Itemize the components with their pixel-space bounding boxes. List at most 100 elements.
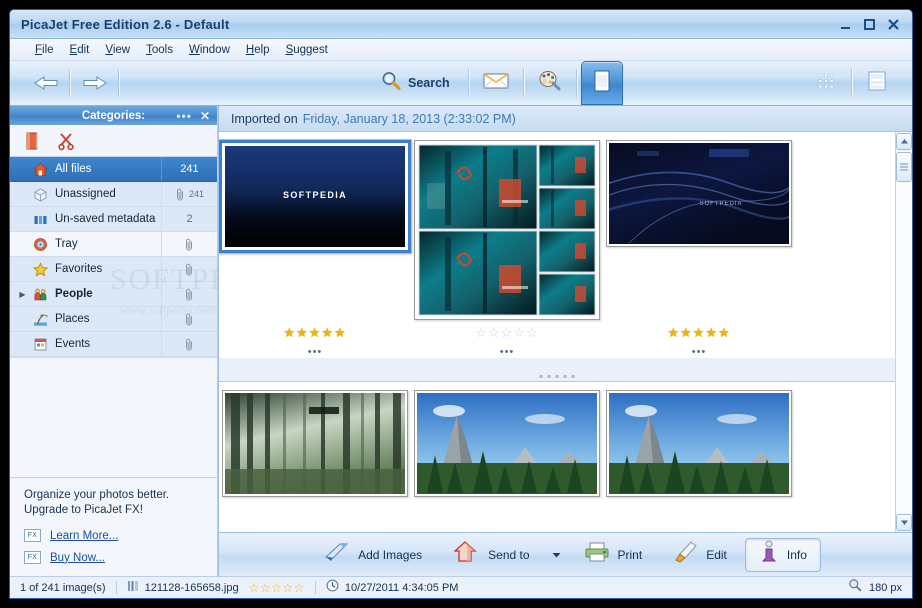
import-header-static: Imported on <box>231 111 298 126</box>
categories-header-buttons: ••• ✕ <box>176 110 210 122</box>
scroll-up-button[interactable] <box>896 133 912 150</box>
menu-help[interactable]: Help <box>239 42 277 58</box>
filmstrip-small-icon <box>127 579 139 597</box>
scrollbar-thumb[interactable] <box>896 152 912 182</box>
categories-header: Categories: ••• ✕ <box>10 106 217 125</box>
thumb-misty-forest[interactable] <box>222 390 408 497</box>
home-icon <box>32 161 48 177</box>
group-separator[interactable] <box>219 358 895 382</box>
sidebar-item-unsaved-metadata[interactable]: Un-saved metadata 2 <box>10 207 217 232</box>
sidebar-item-unassigned[interactable]: Unassigned 241 <box>10 182 217 207</box>
sidebar-item-all-files[interactable]: All files 241 <box>10 157 217 182</box>
thumbnail-group-2 <box>219 382 895 497</box>
sidebar-item-favorites-label: Favorites <box>55 263 103 275</box>
thumbnail-group-1: SOFTPEDIA SOFTPEDIA ★★★★★ ••• ☆☆☆☆☆ ••• … <box>219 132 895 382</box>
search-button[interactable]: Search <box>370 64 464 102</box>
thumb-mountain-b[interactable] <box>606 390 792 497</box>
thumb-softpedia-splash[interactable]: SOFTPEDIA <box>219 140 411 253</box>
svg-text:SOFTPEDIA: SOFTPEDIA <box>699 201 742 207</box>
scrollbar-track[interactable] <box>896 182 912 513</box>
toolbar-sep-1 <box>467 69 469 97</box>
grip-dot <box>571 375 575 378</box>
menu-tools-rest: ools <box>151 43 173 56</box>
thumbnail-cell-3: SOFTPEDIA <box>603 140 795 247</box>
new-category-icon[interactable] <box>22 130 44 152</box>
sidebar-item-all-files-label: All files <box>55 163 92 175</box>
maximize-button[interactable] <box>863 18 876 31</box>
sidebar-item-people-label: People <box>55 288 93 300</box>
status-right-group: 180 px <box>848 578 902 597</box>
action-toolbar: Add Images Send to Print Edit Info <box>219 532 912 576</box>
forward-button[interactable] <box>71 66 119 100</box>
sidebar-item-people-count-cell <box>161 282 217 306</box>
categories-close-button[interactable]: ✕ <box>200 110 210 122</box>
filename-item: 121128-165658.jpg <box>127 579 239 597</box>
sidebar-item-favorites[interactable]: Favorites <box>10 257 217 282</box>
chevron-right-icon[interactable]: ▶ <box>18 290 27 299</box>
thumb-forest-collage[interactable] <box>414 140 600 320</box>
magnifier-small-icon[interactable] <box>848 578 862 597</box>
info-label: Info <box>786 547 807 562</box>
print-button[interactable]: Print <box>570 538 657 572</box>
navigation-group <box>10 61 120 105</box>
menu-file[interactable]: File <box>28 42 61 58</box>
minimize-button[interactable] <box>839 18 852 31</box>
status-bar: 1 of 241 image(s) 121128-165658.jpg ☆☆☆☆… <box>10 576 912 598</box>
places-icon <box>32 311 48 327</box>
buy-now-link[interactable]: FX Buy Now... <box>24 551 205 564</box>
toolbar-sep-2 <box>522 69 524 97</box>
grip-dot <box>547 375 551 378</box>
ratings-row-1: ★★★★★ ••• ☆☆☆☆☆ ••• ★★★★★ ••• <box>219 320 895 359</box>
sidebar-item-unsaved-metadata-count: 2 <box>186 213 193 225</box>
menu-window[interactable]: Window <box>182 42 237 58</box>
group-separator-grip[interactable] <box>539 375 575 378</box>
slideshow-button[interactable] <box>528 64 572 102</box>
thumbnail-cell-5 <box>411 390 603 497</box>
rating-stars-2[interactable]: ☆☆☆☆☆ <box>411 326 603 340</box>
menu-edit[interactable]: Edit <box>63 42 97 58</box>
promo-links: FX Learn More... FX Buy Now... <box>24 529 205 564</box>
zoom-level: 180 px <box>868 581 902 594</box>
menu-tools[interactable]: Tools <box>139 42 180 58</box>
view-grid-button[interactable] <box>805 64 847 102</box>
categories-menu-button[interactable]: ••• <box>176 110 192 122</box>
send-to-dropdown-arrow[interactable] <box>548 552 566 558</box>
thumb-mountain-a[interactable] <box>414 390 600 497</box>
view-single-button[interactable] <box>580 61 623 105</box>
add-images-button[interactable]: Add Images <box>310 538 436 572</box>
grip-dot <box>563 375 567 378</box>
info-button[interactable]: Info <box>744 537 821 572</box>
sidebar-empty-space: SOFTPEDIA www.softpedia.com <box>10 263 288 477</box>
send-to-button[interactable]: Send to <box>440 538 543 572</box>
sidebar-item-places-count-cell <box>161 307 217 331</box>
print-label: Print <box>617 547 643 562</box>
learn-more-link[interactable]: FX Learn More... <box>24 529 205 542</box>
sidebar-item-people[interactable]: ▶ People <box>10 282 217 307</box>
view-filmstrip-button[interactable] <box>856 64 898 102</box>
email-button[interactable] <box>473 64 519 102</box>
info-icon <box>759 540 779 569</box>
status-divider-2 <box>314 581 316 594</box>
thumb-blue-abstract[interactable]: SOFTPEDIA <box>606 140 792 247</box>
vertical-scrollbar[interactable] <box>895 132 912 532</box>
scissors-icon[interactable] <box>56 130 78 152</box>
menu-view[interactable]: View <box>98 42 137 58</box>
rating-cell-2: ☆☆☆☆☆ ••• <box>411 326 603 359</box>
thumbnail-cell-4 <box>219 390 411 497</box>
edit-button[interactable]: Edit <box>660 538 741 572</box>
add-images-icon <box>324 541 350 568</box>
rating-stars-1[interactable]: ★★★★★ <box>219 326 411 340</box>
sidebar-item-events[interactable]: Events <box>10 332 217 357</box>
image-count: 1 of 241 image(s) <box>20 581 106 594</box>
capture-datetime: 10/27/2011 4:34:05 PM <box>344 581 459 594</box>
back-button[interactable] <box>22 66 70 100</box>
rating-stars-3[interactable]: ★★★★★ <box>603 326 795 340</box>
box-icon <box>32 186 48 202</box>
fx-badge-icon-2: FX <box>24 551 41 564</box>
sidebar-item-tray[interactable]: Tray <box>10 232 217 257</box>
menu-suggest[interactable]: Suggest <box>279 42 335 58</box>
close-button[interactable] <box>887 18 900 31</box>
scroll-down-button[interactable] <box>896 514 912 531</box>
status-rating-stars[interactable]: ☆☆☆☆☆ <box>249 581 305 595</box>
sidebar-item-places[interactable]: Places <box>10 307 217 332</box>
